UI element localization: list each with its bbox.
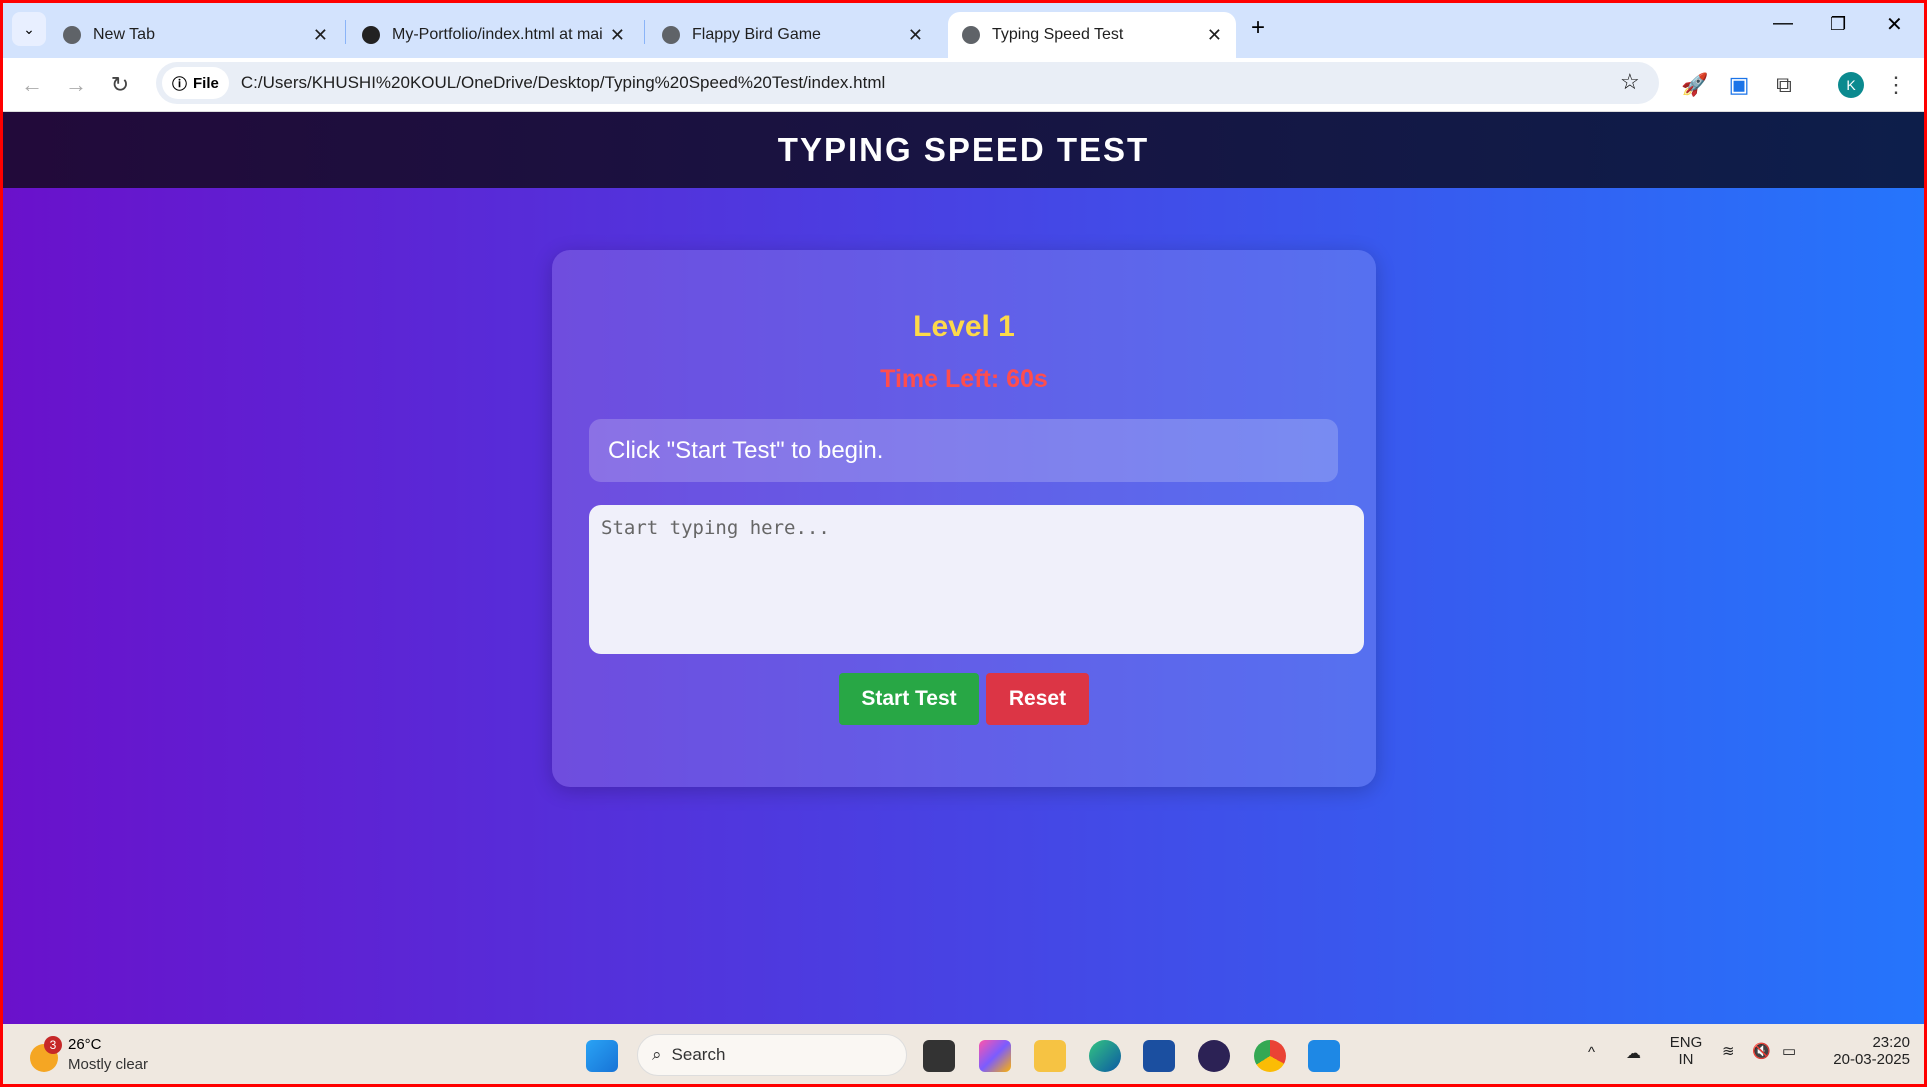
temperature: 26°C (68, 1036, 102, 1053)
reload-icon[interactable]: ↻ (107, 72, 133, 98)
typing-input[interactable] (589, 505, 1364, 654)
url-text[interactable]: C:/Users/KHUSHI%20KOUL/OneDrive/Desktop/… (241, 73, 885, 93)
restore-button[interactable]: ❐ (1830, 14, 1846, 35)
github-icon (362, 26, 380, 44)
tab-typing-speed-test[interactable]: Typing Speed Test ✕ (948, 12, 1236, 58)
page-header: TYPING SPEED TEST (3, 112, 1924, 188)
windows-start-icon[interactable] (586, 1040, 618, 1072)
chrome-icon[interactable] (1254, 1040, 1286, 1072)
tab-divider (644, 20, 645, 44)
extensions-icon[interactable]: ⧉ (1771, 72, 1797, 98)
file-explorer-icon[interactable] (1034, 1040, 1066, 1072)
battery-icon[interactable]: ▭ (1782, 1042, 1796, 1060)
close-icon[interactable]: ✕ (610, 25, 625, 46)
close-icon[interactable]: ✕ (313, 25, 328, 46)
minimize-button[interactable]: — (1773, 12, 1793, 35)
tab-divider (345, 20, 346, 44)
start-test-button[interactable]: Start Test (839, 673, 979, 725)
copilot-icon[interactable] (979, 1040, 1011, 1072)
globe-icon (962, 26, 980, 44)
tab-new-tab[interactable]: New Tab ✕ (49, 12, 342, 58)
speaker-muted-icon[interactable]: 🔇 (1752, 1042, 1771, 1060)
sentence-display: Click "Start Test" to begin. (589, 419, 1338, 482)
info-icon: ⓘ (172, 75, 188, 93)
tab-search-button[interactable]: ⌄ (12, 12, 46, 46)
clock[interactable]: 23:20 20-03-2025 (1820, 1034, 1910, 1068)
show-hidden-icons[interactable]: ^ (1588, 1044, 1595, 1061)
address-bar[interactable]: ⓘ File C:/Users/KHUSHI%20KOUL/OneDrive/De… (156, 62, 1659, 104)
tab-portfolio[interactable]: My-Portfolio/index.html at main ✕ (348, 12, 639, 58)
weather-text: Mostly clear (68, 1056, 149, 1073)
store-icon[interactable] (1143, 1040, 1175, 1072)
edge-icon[interactable] (1089, 1040, 1121, 1072)
back-icon[interactable]: ← (19, 72, 45, 98)
new-tab-button[interactable]: + (1251, 14, 1265, 42)
close-window-button[interactable]: ✕ (1886, 12, 1903, 37)
level-label: Level 1 (913, 310, 1015, 343)
close-icon[interactable]: ✕ (1207, 25, 1222, 46)
globe-icon (63, 26, 81, 44)
menu-icon[interactable]: ⋮ (1883, 72, 1909, 98)
tab-flappy-bird[interactable]: Flappy Bird Game ✕ (648, 12, 937, 58)
profile-avatar[interactable]: K (1838, 72, 1864, 98)
taskbar: 3 26°C Mostly clear ⌕ Search ^ ☁ ENG IN ≋ … (0, 1024, 1927, 1087)
page-body: Level 1 Time Left: 60s Click "Start Test… (3, 188, 1924, 1024)
taskbar-search[interactable]: ⌕ Search (637, 1034, 907, 1076)
search-icon: ⌕ (652, 1045, 662, 1064)
weather-widget[interactable]: 3 26°C Mostly clear (28, 1034, 168, 1078)
test-card: Level 1 Time Left: 60s Click "Start Test… (552, 250, 1376, 787)
forward-icon[interactable]: → (63, 72, 89, 98)
wifi-icon[interactable]: ≋ (1722, 1042, 1735, 1060)
task-view-icon[interactable] (923, 1040, 955, 1072)
tab-bar: ⌄ New Tab ✕ My-Portfolio/index.html at ma… (0, 0, 1927, 58)
toolbar: ← → ↻ ⓘ File C:/Users/KHUSHI%20KOUL/OneDr… (0, 58, 1927, 112)
rocket-extension-icon[interactable]: 🚀 (1681, 72, 1708, 98)
vscode-icon[interactable] (1308, 1040, 1340, 1072)
site-info-chip[interactable]: ⓘ File (162, 67, 229, 99)
globe-icon (662, 26, 680, 44)
eclipse-icon[interactable] (1198, 1040, 1230, 1072)
doc-extension-icon[interactable]: ▣ (1726, 72, 1752, 98)
onedrive-icon[interactable]: ☁ (1626, 1044, 1641, 1062)
timer-label: Time Left: 60s (880, 365, 1048, 393)
language-indicator[interactable]: ENG IN (1668, 1034, 1704, 1068)
bookmark-star-icon[interactable]: ☆ (1620, 69, 1640, 95)
close-icon[interactable]: ✕ (908, 25, 923, 46)
weather-badge: 3 (44, 1036, 62, 1054)
reset-button[interactable]: Reset (986, 673, 1089, 725)
